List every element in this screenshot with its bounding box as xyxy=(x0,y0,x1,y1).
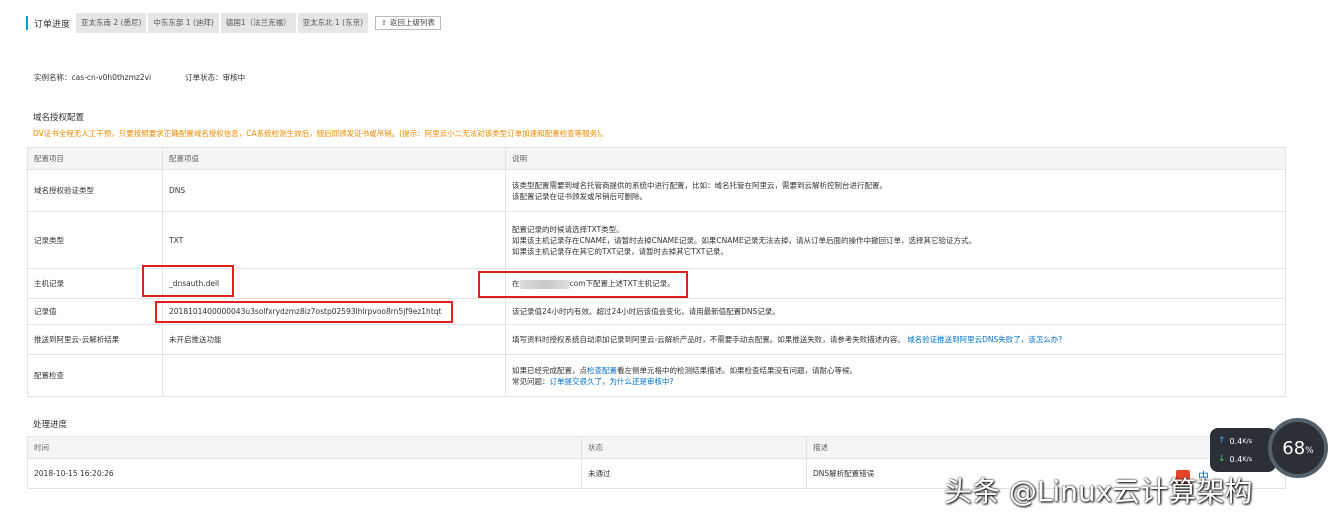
config-value: TXT xyxy=(162,211,506,269)
table-row: 配置检查 如果已经完成配置，点检查配置看左侧单元格中的检测结果描述。如果检查结果… xyxy=(27,354,1286,397)
memory-usage-gauge[interactable]: 68% xyxy=(1268,418,1328,478)
region-tab-tokyo[interactable]: 亚太东北 1 (东京) xyxy=(297,13,369,33)
config-item: 推送到阿里云-云解析结果 xyxy=(27,324,163,355)
config-value xyxy=(162,354,506,397)
config-description: 填写资料时授权系统自动添加记录到阿里云-云解析产品时，不需要手动去配置。如果推送… xyxy=(505,324,1286,355)
instance-name: 实例名称：cas-cn-v0h0thzmz2vi xyxy=(34,73,152,82)
push-failed-help-link[interactable]: 域名验证推送到阿里云DNS失败了，该怎么办? xyxy=(907,335,1062,344)
order-meta: 实例名称：cas-cn-v0h0thzmz2vi 订单状态：审核中 xyxy=(34,72,279,83)
order-status: 订单状态：审核中 xyxy=(185,73,246,82)
download-arrow-icon: ↓ xyxy=(1218,454,1226,464)
config-value: DNS xyxy=(162,169,506,212)
region-tab-frankfurt[interactable]: 德国1（法兰克福） xyxy=(220,13,296,33)
table-row: 记录类型 TXT 配置记录的时候请选择TXT类型。 如果该主机记录存在CNAME… xyxy=(27,211,1286,269)
table-row: 域名授权验证类型 DNS 该类型配置需要到域名托管商提供的系统中进行配置，比如：… xyxy=(27,169,1286,212)
config-item: 记录值 xyxy=(27,298,163,325)
region-tab-dubai[interactable]: 中东东部 1 (迪拜) xyxy=(148,13,219,33)
config-description: 如果已经完成配置，点检查配置看左侧单元格中的检测结果描述。如果检查结果没有问题，… xyxy=(505,354,1286,397)
highlight-box xyxy=(155,301,453,323)
highlight-box xyxy=(478,271,688,298)
config-item: 记录类型 xyxy=(27,211,163,269)
column-header: 配置项目 xyxy=(27,147,163,170)
up-arrow-icon: ⇧ xyxy=(381,19,387,27)
back-to-list-label: 返回上级列表 xyxy=(389,18,435,27)
config-item: 配置检查 xyxy=(27,354,163,397)
network-speed-widget: ↑ 0.4 K/s ↓ 0.4 K/s xyxy=(1210,428,1276,472)
config-description: 配置记录的时候请选择TXT类型。 如果该主机记录存在CNAME，请暂时去掉CNA… xyxy=(505,211,1286,269)
region-tab-sydney[interactable]: 亚太东南 2 (悉尼) xyxy=(76,13,147,33)
config-description: 该类型配置需要到域名托管商提供的系统中进行配置，比如：域名托管在阿里云，需要到云… xyxy=(505,169,1286,212)
region-tab-bar: 订单进度 亚太东南 2 (悉尼) 中东东部 1 (迪拜) 德国1（法兰克福） 亚… xyxy=(26,12,441,34)
config-item: 域名授权验证类型 xyxy=(27,169,163,212)
column-header: 配置项值 xyxy=(162,147,506,170)
table-header-row: 配置项目 配置项值 说明 xyxy=(27,147,1286,170)
config-description: 该记录值24小时内有效。超过24小时后该值会变化，请用最新值配置DNS记录。 xyxy=(505,298,1286,325)
progress-status: 未通过 xyxy=(581,458,807,489)
upload-arrow-icon: ↑ xyxy=(1218,436,1226,446)
column-header: 状态 xyxy=(581,436,807,459)
watermark-text: 头条 @Linux云计算架构 xyxy=(944,475,1253,508)
table-row: 推送到阿里云-云解析结果 未开启推送功能 填写资料时授权系统自动添加记录到阿里云… xyxy=(27,324,1286,355)
page-title: 订单进度 xyxy=(34,19,71,30)
config-value: 未开启推送功能 xyxy=(162,324,506,355)
title-accent-bar xyxy=(26,16,28,30)
check-config-link[interactable]: 检查配置 xyxy=(587,366,617,375)
faq-link[interactable]: 订单提交很久了，为什么还是审核中? xyxy=(550,377,674,386)
domain-auth-warning: DV证书全程无人工干预，只要按照要求正确配置域名授权信息，CA系统检测生效后，随… xyxy=(33,129,608,138)
progress-time: 2018-10-15 16:20:26 xyxy=(27,458,582,489)
domain-auth-title: 域名授权配置 xyxy=(33,113,85,123)
back-to-list-button[interactable]: ⇧ 返回上级列表 xyxy=(375,16,441,30)
column-header: 说明 xyxy=(505,147,1286,170)
table-header-row: 时间 状态 描述 xyxy=(27,436,1286,459)
progress-title: 处理进度 xyxy=(33,420,68,430)
column-header: 时间 xyxy=(27,436,582,459)
highlight-box xyxy=(142,265,234,297)
